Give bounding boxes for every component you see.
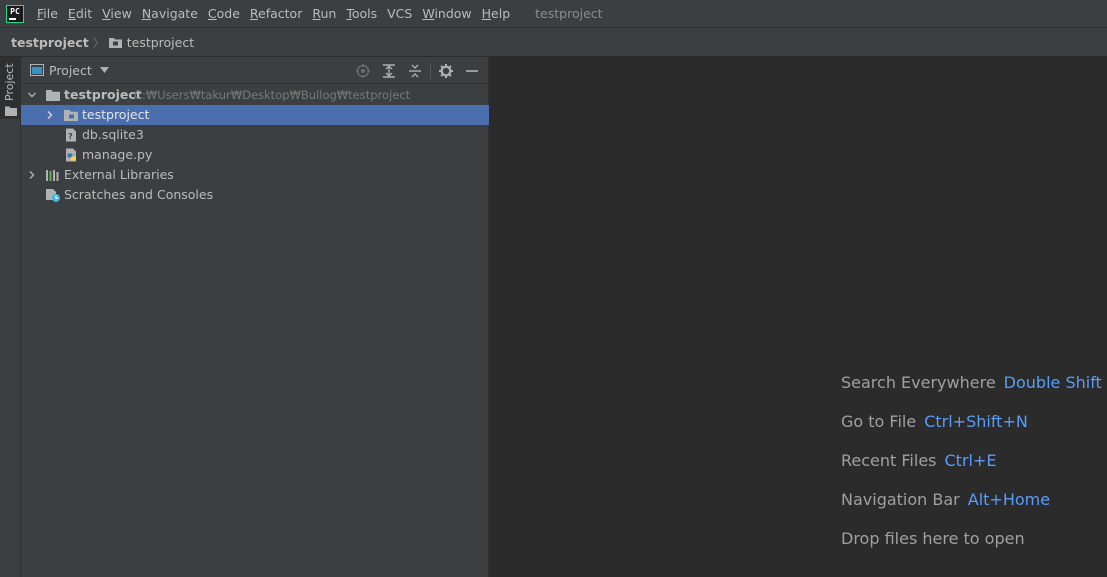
menu-run[interactable]: Run	[307, 6, 341, 21]
pycharm-logo-icon: PC	[6, 4, 24, 23]
hint-go-to-file: Go to File Ctrl+Shift+N	[841, 412, 1028, 431]
chevron-right-icon[interactable]	[45, 110, 55, 120]
tree-row-package[interactable]: testproject	[21, 105, 489, 125]
library-icon	[46, 170, 59, 181]
menu-navigate[interactable]: Navigate	[137, 6, 203, 21]
tree-root-label: testproject	[64, 87, 142, 102]
expand-all-button[interactable]	[376, 57, 402, 84]
tree-row-external-libraries[interactable]: External Libraries	[21, 165, 489, 185]
tree-item-label: Scratches and Consoles	[64, 187, 214, 202]
svg-text:?: ?	[68, 132, 73, 141]
panel-title[interactable]: Project	[49, 63, 92, 78]
hint-shortcut: Double Shift	[1003, 373, 1102, 392]
stripe-tab-project[interactable]: Project	[0, 57, 21, 119]
hint-recent-files: Recent Files Ctrl+E	[841, 451, 996, 470]
project-tree: testproject C:₩Users₩takur₩Desktop₩Bullo…	[21, 85, 489, 205]
hint-text: Search Everywhere	[841, 373, 996, 392]
menu-edit[interactable]: Edit	[63, 6, 97, 21]
gear-icon	[439, 63, 453, 78]
breadcrumb: testproject 〉 testproject	[0, 28, 1107, 57]
chevron-down-icon[interactable]	[27, 90, 37, 100]
collapse-all-button[interactable]	[402, 57, 428, 84]
folder-icon	[46, 90, 60, 101]
hint-text: Navigation Bar	[841, 490, 960, 509]
menu-window[interactable]: Window	[417, 6, 476, 21]
tree-item-label: manage.py	[82, 147, 153, 162]
menu-file[interactable]: File	[32, 6, 63, 21]
tree-root-path: C:₩Users₩takur₩Desktop₩Bullog₩testprojec…	[134, 88, 411, 102]
hint-text: Drop files here to open	[841, 529, 1025, 548]
locate-button[interactable]	[350, 57, 376, 84]
panel-toolbar	[350, 57, 485, 84]
tree-row-root[interactable]: testproject C:₩Users₩takur₩Desktop₩Bullo…	[21, 85, 489, 105]
menu-help[interactable]: Help	[477, 6, 516, 21]
tree-row-file[interactable]: manage.py	[21, 145, 489, 165]
folder-icon	[108, 37, 122, 48]
menu-refactor[interactable]: Refactor	[245, 6, 307, 21]
breadcrumb-child[interactable]: testproject	[127, 35, 194, 50]
project-window-icon	[30, 64, 44, 76]
menu-code[interactable]: Code	[203, 6, 245, 21]
hint-text: Go to File	[841, 412, 917, 431]
project-panel: Project testproject C:₩Users₩takur₩Deskt…	[21, 57, 489, 577]
menu-vcs[interactable]: VCS	[382, 6, 417, 21]
tree-row-file[interactable]: ? db.sqlite3	[21, 125, 489, 145]
crosshair-icon	[356, 63, 370, 78]
hint-shortcut: Alt+Home	[967, 490, 1051, 509]
hint-navigation-bar: Navigation Bar Alt+Home	[841, 490, 1050, 509]
hint-text: Recent Files	[841, 451, 937, 470]
hide-panel-button[interactable]	[459, 57, 485, 84]
hint-search-everywhere: Search Everywhere Double Shift	[841, 373, 1102, 392]
tree-item-label: External Libraries	[64, 167, 174, 182]
chevron-down-icon[interactable]	[99, 67, 109, 73]
menu-tools[interactable]: Tools	[341, 6, 382, 21]
tool-window-stripe: Project	[0, 57, 21, 577]
expand-all-icon	[383, 63, 395, 78]
folder-icon	[5, 106, 17, 116]
settings-button[interactable]	[433, 57, 459, 84]
unknown-file-icon: ?	[66, 128, 76, 142]
menu-view[interactable]: View	[97, 6, 137, 21]
python-file-icon	[66, 148, 76, 162]
breadcrumb-separator: 〉	[92, 35, 105, 50]
hint-shortcut: Ctrl+Shift+N	[924, 412, 1028, 431]
breadcrumb-root[interactable]: testproject	[11, 35, 89, 50]
toolbar-divider	[430, 62, 431, 79]
hint-drop-files: Drop files here to open	[841, 529, 1025, 548]
tree-row-scratches[interactable]: Scratches and Consoles	[21, 185, 489, 205]
tree-item-label: db.sqlite3	[82, 127, 144, 142]
ide-window: PC File Edit View Navigate Code Refactor…	[0, 0, 1107, 577]
menu-bar: PC File Edit View Navigate Code Refactor…	[0, 0, 1107, 28]
panel-header: Project	[21, 57, 489, 84]
hint-shortcut: Ctrl+E	[944, 451, 997, 470]
minimize-icon	[466, 69, 478, 72]
chevron-right-icon[interactable]	[27, 170, 37, 180]
scratches-icon	[46, 189, 60, 202]
window-title: testproject	[535, 6, 603, 21]
editor-area[interactable]: Search Everywhere Double Shift Go to File…	[490, 57, 1107, 577]
tree-item-label: testproject	[82, 107, 150, 122]
stripe-tab-label: Project	[3, 63, 16, 101]
package-folder-icon	[64, 110, 78, 121]
collapse-all-icon	[409, 64, 421, 77]
